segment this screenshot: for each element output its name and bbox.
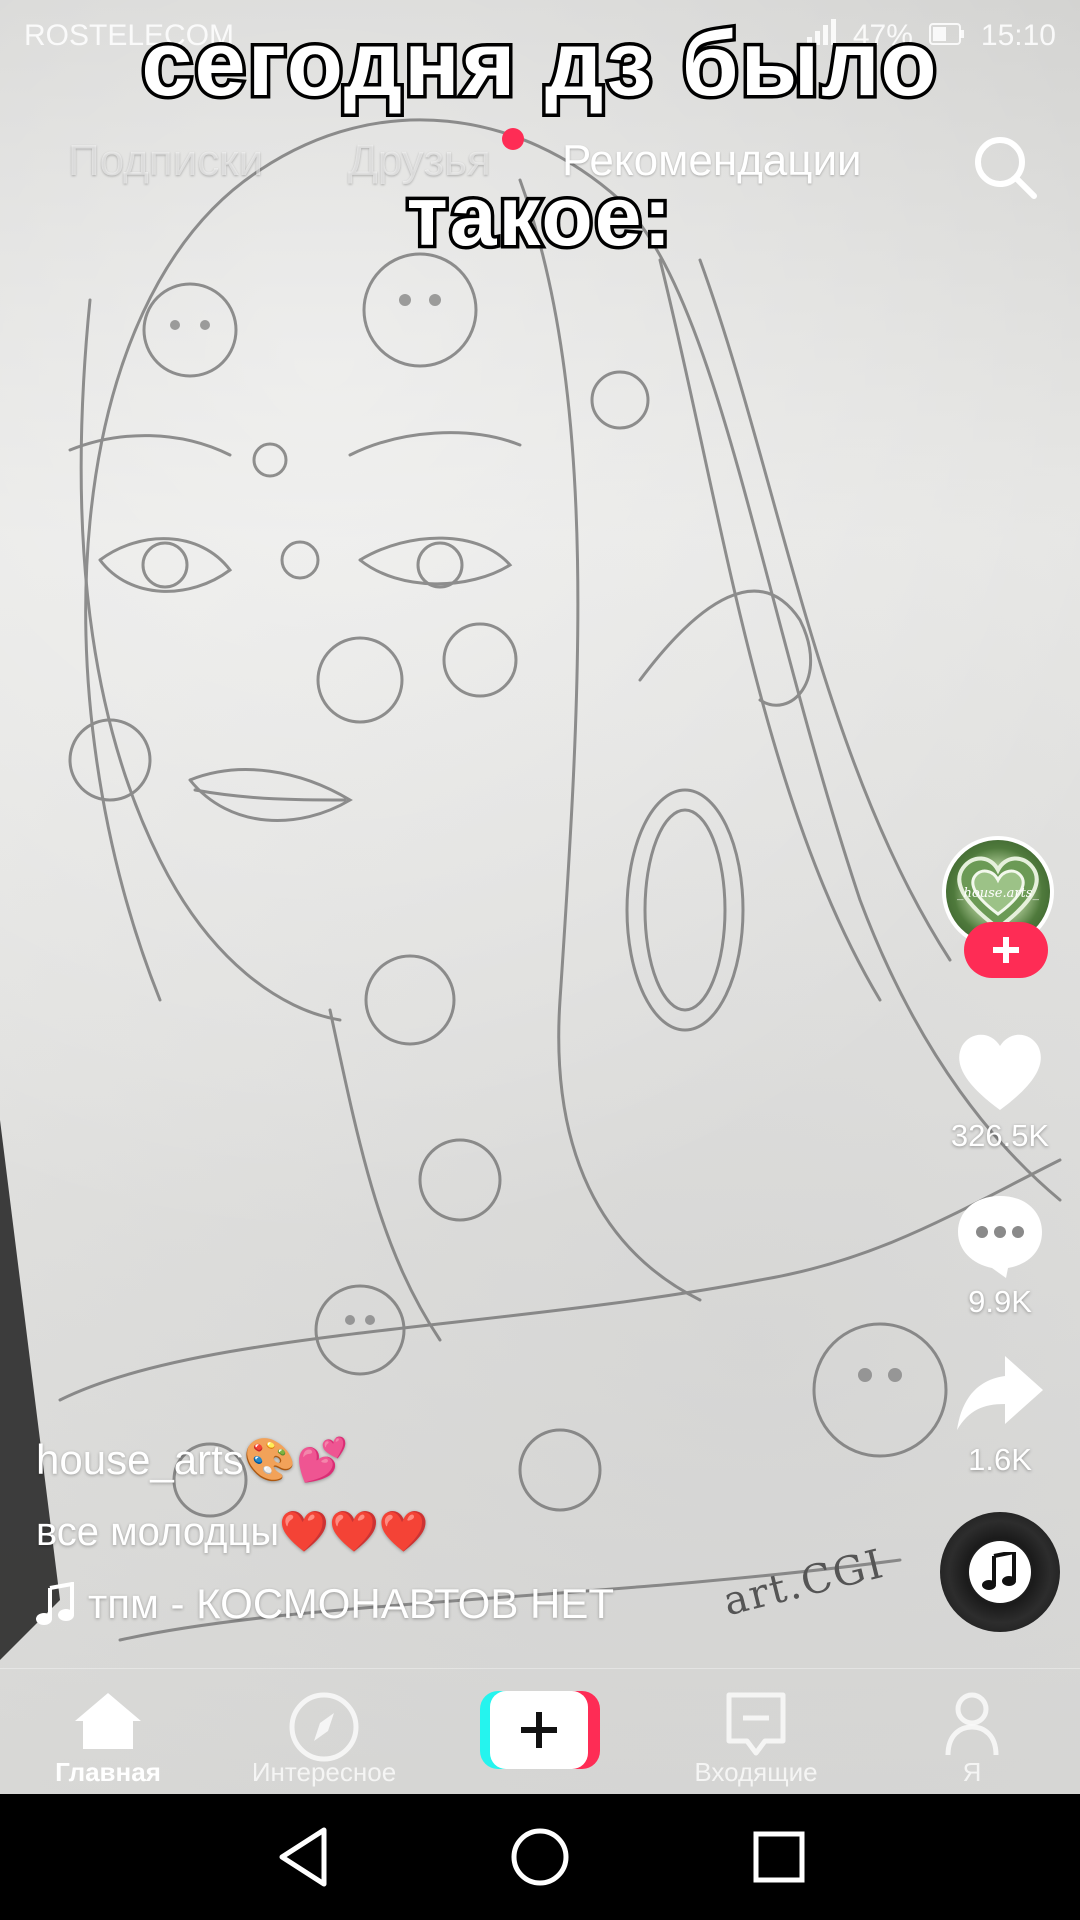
nav-home-label: Главная: [55, 1757, 161, 1787]
music-disc[interactable]: [940, 1512, 1060, 1632]
bottom-nav: Главная Интересное Входящие Я: [0, 1668, 1080, 1794]
video-description: все молодцы❤️❤️❤️: [36, 1510, 429, 1554]
recents-button[interactable]: [744, 1822, 814, 1892]
nav-discover[interactable]: Интересное: [224, 1669, 424, 1794]
home-system-button[interactable]: [505, 1822, 575, 1892]
inbox-icon: [725, 1691, 787, 1762]
creator-username[interactable]: house_arts🎨💕: [36, 1430, 916, 1496]
home-icon: [73, 1691, 143, 1756]
sound-title: тпм - КОСМОНАВТОВ НЕТ: [88, 1580, 615, 1627]
comment-count: 9.9K: [968, 1284, 1032, 1319]
create-button[interactable]: [480, 1691, 600, 1769]
heart-icon: [959, 1034, 1041, 1110]
nav-inbox[interactable]: Входящие: [656, 1669, 856, 1794]
home-circle-icon: [511, 1828, 569, 1886]
comment-button[interactable]: 9.9K: [920, 1192, 1080, 1320]
comment-icon: [958, 1196, 1042, 1278]
avatar-text: _house.arts_: [957, 886, 1039, 901]
music-note-icon: [36, 1582, 74, 1625]
music-note-icon: [982, 1552, 1016, 1590]
plus-icon: [521, 1712, 557, 1748]
like-count: 326.5K: [950, 1118, 1050, 1153]
plus-icon: [993, 937, 1019, 963]
profile-icon: [944, 1691, 1000, 1762]
nav-home[interactable]: Главная: [8, 1669, 208, 1794]
sound-row[interactable]: тпм - КОСМОНАВТОВ НЕТ: [36, 1568, 916, 1640]
friends-notification-dot: [502, 128, 524, 150]
nav-profile[interactable]: Я: [872, 1669, 1072, 1794]
share-icon: [957, 1356, 1043, 1430]
caption-line-1: сегодня дз было: [138, 10, 940, 119]
back-button[interactable]: [268, 1822, 338, 1892]
nav-inbox-label: Входящие: [694, 1757, 818, 1787]
follow-button[interactable]: [964, 922, 1048, 978]
share-button[interactable]: 1.6K: [920, 1352, 1080, 1478]
nav-profile-label: Я: [962, 1757, 982, 1787]
recents-icon: [753, 1831, 805, 1883]
video-info: house_arts🎨💕 все молодцы❤️❤️❤️ тпм - КОС…: [36, 1430, 916, 1640]
share-count: 1.6K: [968, 1442, 1032, 1477]
caption-line-2: такое:: [403, 166, 675, 267]
like-button[interactable]: 326.5K: [920, 1030, 1080, 1154]
system-nav-bar: [0, 1794, 1080, 1920]
nav-discover-label: Интересное: [251, 1757, 397, 1787]
video-feed-screen[interactable]: art.CGI ROSTELECOM 47% 15:10 Подписки Др…: [0, 0, 1080, 1794]
back-icon: [279, 1827, 327, 1887]
